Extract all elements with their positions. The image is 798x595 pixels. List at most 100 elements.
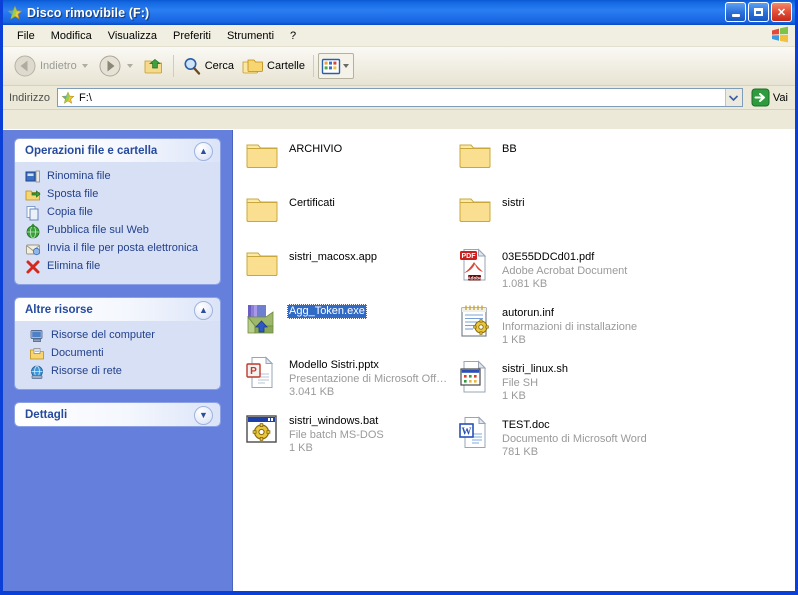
minimize-button[interactable] xyxy=(725,2,746,22)
rename-icon xyxy=(25,169,41,185)
address-label: Indirizzo xyxy=(9,91,50,104)
file-item[interactable]: sistri_macosx.app xyxy=(245,248,460,302)
file-item-selected[interactable]: Agg_Token.exe xyxy=(245,302,460,356)
file-item[interactable]: ARCHIVIO xyxy=(245,140,460,194)
menu-help[interactable]: ? xyxy=(282,28,304,44)
forward-button[interactable] xyxy=(94,51,139,81)
file-name: Certificati xyxy=(289,197,335,209)
file-size: 1 KB xyxy=(289,442,313,454)
menu-preferiti[interactable]: Preferiti xyxy=(165,28,219,44)
file-size: 1.081 KB xyxy=(502,278,548,290)
menu-modifica[interactable]: Modifica xyxy=(43,28,100,44)
file-size: 1 KB xyxy=(502,334,526,346)
go-button[interactable]: Vai xyxy=(747,88,792,108)
task-invia-per-posta[interactable]: Invia il file per posta elettronica xyxy=(25,240,212,258)
file-name: sistri xyxy=(502,197,525,209)
back-button[interactable]: Indietro xyxy=(9,51,94,81)
magnifier-icon xyxy=(182,56,202,76)
removable-disk-star-icon xyxy=(7,5,23,21)
go-arrow-icon xyxy=(751,88,770,107)
window-controls: ✕ xyxy=(725,2,792,22)
go-label: Vai xyxy=(772,91,788,104)
views-button[interactable] xyxy=(317,53,354,79)
svg-text:W: W xyxy=(462,427,472,438)
panel-file-folder-tasks: Operazioni file e cartella ▲ Rinomina fi… xyxy=(15,139,220,284)
task-copia-file[interactable]: Copia file xyxy=(25,204,212,222)
folders-label: Cartelle xyxy=(267,60,305,72)
place-risorse-di-rete[interactable]: Risorse di rete xyxy=(29,363,212,381)
powerpoint-icon: P xyxy=(245,356,279,390)
svg-text:PDF: PDF xyxy=(462,253,477,260)
menu-visualizza[interactable]: Visualizza xyxy=(100,28,165,44)
task-elimina-file[interactable]: Elimina file xyxy=(25,258,212,276)
menu-bar: File Modifica Visualizza Preferiti Strum… xyxy=(3,25,795,47)
task-label: Rinomina file xyxy=(47,169,111,182)
panel-details: Dettagli ▼ xyxy=(15,403,220,426)
file-item[interactable]: Certificati xyxy=(245,194,460,248)
address-input[interactable]: F:\ xyxy=(56,88,743,107)
task-pubblica-file-sul-web[interactable]: Pubblica file sul Web xyxy=(25,222,212,240)
file-item[interactable]: BB xyxy=(458,140,688,194)
file-info: Modello Sistri.pptx Presentazione di Mic… xyxy=(287,356,447,399)
panel-header[interactable]: Operazioni file e cartella ▲ xyxy=(15,139,220,162)
windows-flag-icon xyxy=(769,26,791,44)
file-item[interactable]: sistri xyxy=(458,194,688,248)
file-type: File SH xyxy=(502,377,539,389)
explorer-body: Operazioni file e cartella ▲ Rinomina fi… xyxy=(3,129,795,591)
place-documenti[interactable]: Documenti xyxy=(29,345,212,363)
file-item[interactable]: PDF Adobe 03E55DDCd01.pdf Adobe Acrobat … xyxy=(458,248,688,304)
panel-header[interactable]: Dettagli ▼ xyxy=(15,403,220,426)
move-folder-icon xyxy=(25,187,41,203)
file-item[interactable]: autorun.inf Informazioni di installazion… xyxy=(458,304,688,360)
file-item[interactable]: sistri_windows.bat File batch MS-DOS 1 K… xyxy=(245,412,460,468)
file-item[interactable]: P Modello Sistri.pptx Presentazione di M… xyxy=(245,356,460,412)
chevron-down-icon[interactable]: ▼ xyxy=(194,406,213,425)
place-label: Risorse di rete xyxy=(51,364,122,377)
task-sposta-file[interactable]: Sposta file xyxy=(25,186,212,204)
file-info: Agg_Token.exe xyxy=(287,302,367,319)
window-title: Disco rimovibile (F:) xyxy=(27,5,150,20)
panel-body: Rinomina file Sposta file Copia file Pub… xyxy=(15,162,220,284)
task-rinomina-file[interactable]: Rinomina file xyxy=(25,168,212,186)
file-item[interactable]: sistri_linux.sh File SH 1 KB xyxy=(458,360,688,416)
file-type: Documento di Microsoft Word xyxy=(502,433,647,445)
file-list[interactable]: ARCHIVIO Certificati sistri_macosx.app A… xyxy=(233,130,795,591)
file-column-left: ARCHIVIO Certificati sistri_macosx.app A… xyxy=(245,140,460,468)
folder-icon xyxy=(245,248,279,282)
maximize-button[interactable] xyxy=(748,2,769,22)
my-computer-icon xyxy=(29,328,45,344)
place-risorse-del-computer[interactable]: Risorse del computer xyxy=(29,327,212,345)
file-type: Presentazione di Microsoft Off… xyxy=(289,373,448,385)
file-name: Modello Sistri.pptx xyxy=(289,359,379,371)
chevron-up-icon[interactable]: ▲ xyxy=(194,142,213,161)
forward-dropdown-icon[interactable] xyxy=(126,64,133,68)
back-dropdown-icon[interactable] xyxy=(81,64,88,68)
file-size: 781 KB xyxy=(502,446,539,458)
file-column-right: BB sistri PDF Adobe 03E55DDCd01.pdf Adob… xyxy=(458,140,688,472)
search-button[interactable]: Cerca xyxy=(178,51,238,81)
folder-icon xyxy=(245,194,279,228)
pdf-icon: PDF Adobe xyxy=(458,248,492,282)
views-dropdown-icon[interactable] xyxy=(342,64,349,68)
file-name: sistri_windows.bat xyxy=(289,415,379,427)
panel-header[interactable]: Altre risorse ▲ xyxy=(15,298,220,321)
menu-strumenti[interactable]: Strumenti xyxy=(219,28,282,44)
views-icon xyxy=(321,58,341,75)
folders-button[interactable]: Cartelle xyxy=(238,51,309,81)
file-name: autorun.inf xyxy=(502,307,554,319)
file-info: Certificati xyxy=(287,194,337,211)
menu-file[interactable]: File xyxy=(9,28,43,44)
file-item[interactable]: W TEST.doc Documento di Microsoft Word 7… xyxy=(458,416,688,472)
file-type: Adobe Acrobat Document xyxy=(502,265,628,277)
file-name: 03E55DDCd01.pdf xyxy=(502,251,595,263)
close-button[interactable]: ✕ xyxy=(771,2,792,22)
address-value: F:\ xyxy=(78,91,92,104)
task-label: Elimina file xyxy=(47,259,101,272)
chevron-up-icon[interactable]: ▲ xyxy=(194,301,213,320)
up-button[interactable] xyxy=(139,51,169,81)
panel-title: Altre risorse xyxy=(25,303,93,316)
file-info: 03E55DDCd01.pdf Adobe Acrobat Document 1… xyxy=(500,248,627,291)
file-info: ARCHIVIO xyxy=(287,140,344,157)
file-size: 3.041 KB xyxy=(289,386,335,398)
address-dropdown-button[interactable] xyxy=(724,89,742,106)
